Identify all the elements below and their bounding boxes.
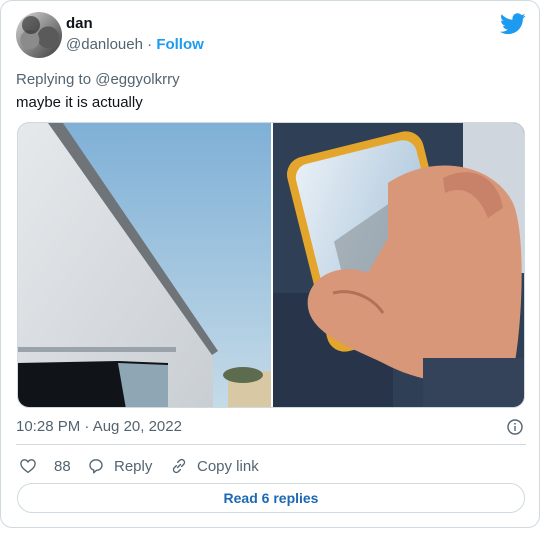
read-replies-button[interactable]: Read 6 replies — [17, 483, 525, 513]
copy-link-button[interactable]: Copy link — [170, 456, 259, 476]
like-count: 88 — [54, 457, 71, 475]
follow-button[interactable]: Follow — [156, 36, 204, 53]
heart-icon — [20, 459, 36, 474]
like-button[interactable]: 88 — [19, 456, 71, 476]
author-handle-row: @danloueh · Follow — [66, 36, 204, 53]
link-icon — [172, 458, 186, 474]
media-grid — [17, 122, 525, 408]
replying-to-line[interactable]: Replying to @eggyolkrry — [16, 71, 180, 88]
author-handle[interactable]: @danloueh — [66, 36, 143, 53]
photo-house-wall[interactable] — [18, 123, 271, 408]
tweet-text: maybe it is actually — [16, 94, 143, 111]
tweet-timestamp[interactable]: 10:28 PM · Aug 20, 2022 — [16, 418, 182, 435]
reply-bubble-icon — [89, 459, 103, 474]
photo-hand-holding-phone[interactable] — [273, 123, 525, 408]
reply-button[interactable]: Reply — [87, 456, 152, 476]
author-name[interactable]: dan — [66, 15, 93, 32]
copy-link-label: Copy link — [197, 457, 259, 475]
divider — [16, 444, 526, 445]
tweet-card: dan @danloueh · Follow Replying to @eggy… — [0, 0, 540, 528]
reply-label: Reply — [114, 457, 153, 475]
avatar[interactable] — [16, 12, 62, 58]
handle-separator: · — [147, 36, 153, 53]
twitter-bird-icon[interactable] — [500, 13, 526, 35]
info-icon[interactable] — [507, 419, 523, 435]
